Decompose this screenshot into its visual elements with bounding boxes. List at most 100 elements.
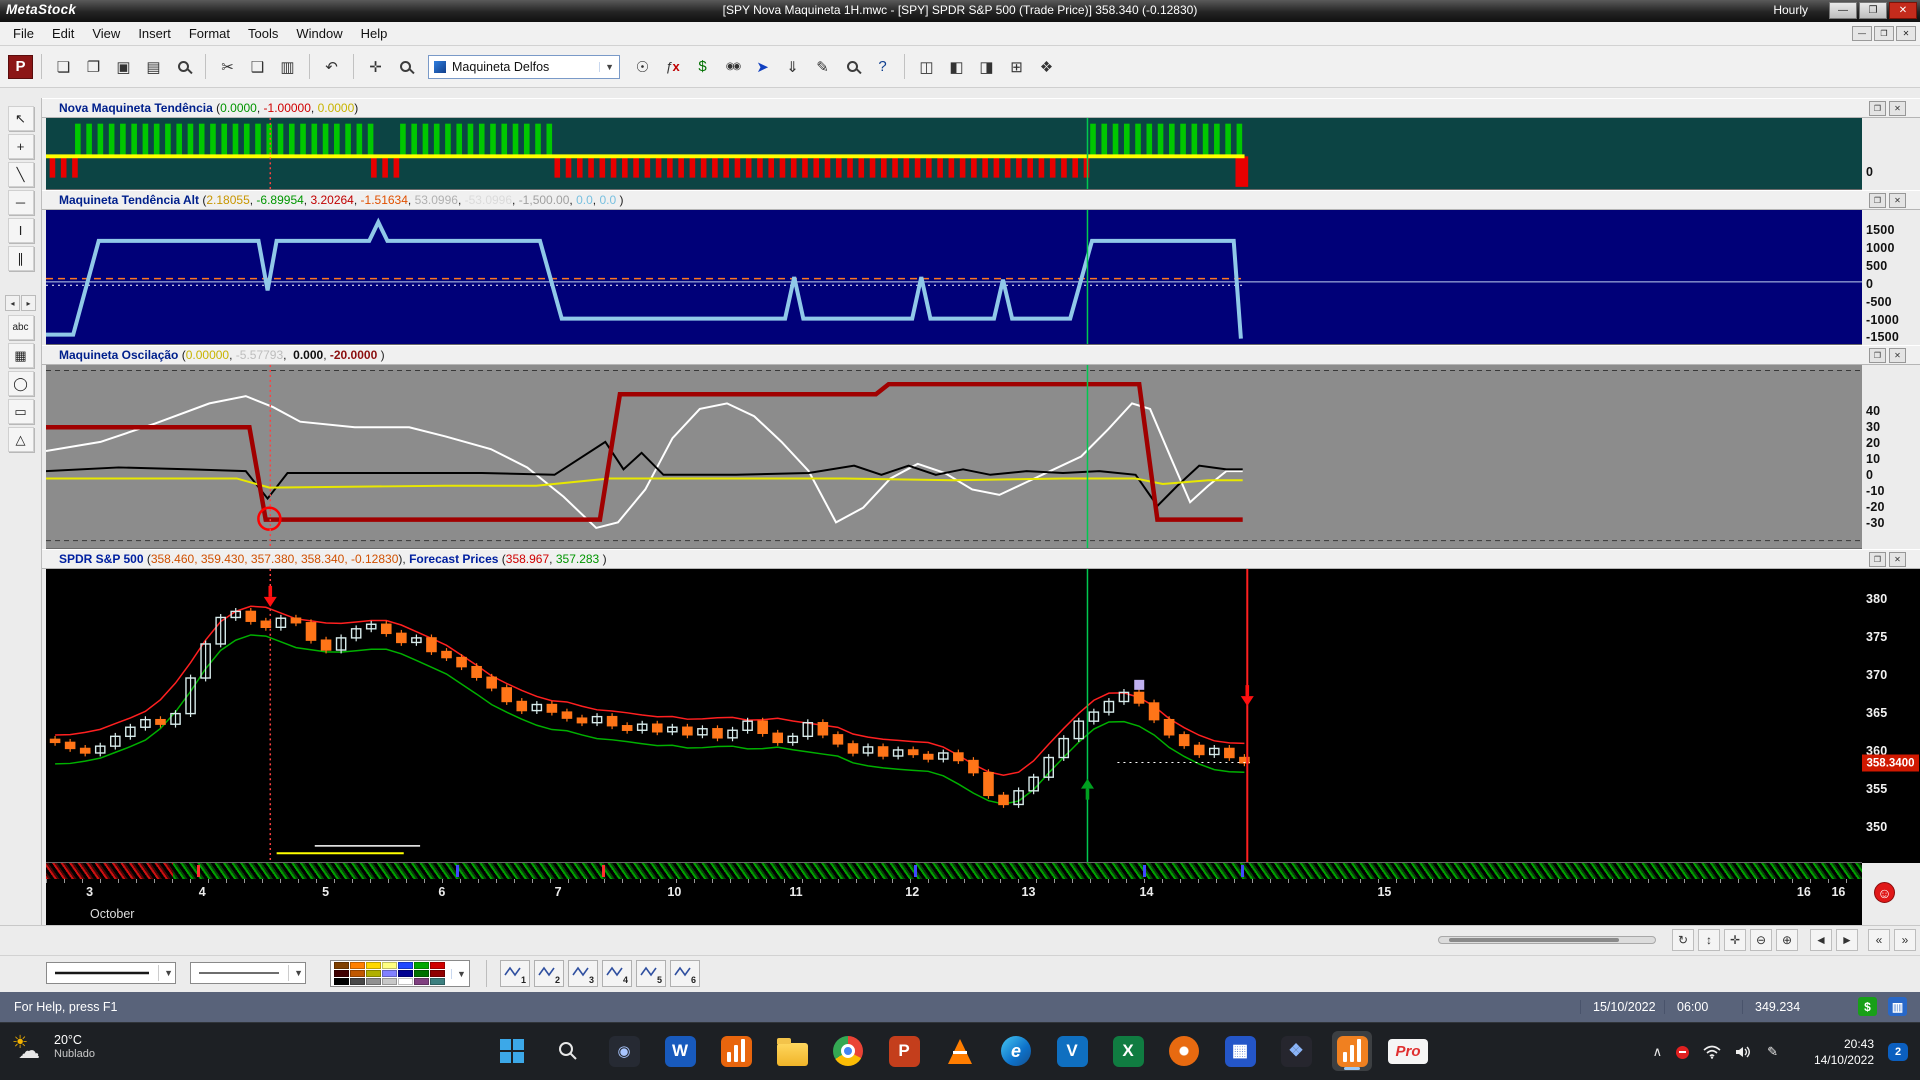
color-swatch[interactable] bbox=[382, 962, 397, 969]
expert-advisor-button[interactable]: ✎ bbox=[809, 53, 836, 80]
chart-icon[interactable]: ▥ bbox=[1888, 997, 1907, 1016]
tray-alert-icon[interactable] bbox=[1676, 1045, 1690, 1059]
taskbar-clock[interactable]: 20:43 14/10/2022 bbox=[1814, 1037, 1874, 1068]
panel-header-3[interactable]: SPDR S&P 500 (358.460, 359.430, 357.380,… bbox=[42, 549, 1920, 569]
close-button[interactable]: ✕ bbox=[1889, 2, 1917, 19]
chart-scrollbar[interactable] bbox=[1438, 936, 1656, 944]
color-swatch[interactable] bbox=[350, 978, 365, 985]
minimize-button[interactable]: — bbox=[1829, 2, 1857, 19]
color-swatch[interactable] bbox=[398, 962, 413, 969]
trendline-tool[interactable]: ╲ bbox=[7, 162, 34, 187]
chart-template-button-2[interactable]: 2 bbox=[534, 960, 564, 987]
doc-restore-button[interactable]: ❐ bbox=[1874, 26, 1894, 41]
camera-app-icon[interactable]: ◉ bbox=[604, 1031, 644, 1071]
scan-button[interactable] bbox=[839, 53, 866, 80]
last-page-button[interactable]: » bbox=[1894, 929, 1916, 951]
explorer-button[interactable]: ◉◉ bbox=[719, 53, 746, 80]
restore-button[interactable]: ❐ bbox=[1859, 2, 1887, 19]
print-preview-button[interactable] bbox=[170, 53, 197, 80]
menu-edit[interactable]: Edit bbox=[43, 23, 83, 44]
pan-button[interactable]: ✛ bbox=[1724, 929, 1746, 951]
scroll-left-button[interactable]: ◄ bbox=[1810, 929, 1832, 951]
doc-close-button[interactable]: ✕ bbox=[1896, 26, 1916, 41]
chart-3[interactable] bbox=[46, 569, 1862, 863]
panel-close-button-2[interactable]: ✕ bbox=[1889, 348, 1906, 363]
ellipse-tool[interactable]: ◯ bbox=[7, 371, 34, 396]
menu-insert[interactable]: Insert bbox=[129, 23, 180, 44]
menu-file[interactable]: File bbox=[4, 23, 43, 44]
pen-icon[interactable]: ✎ bbox=[1767, 1044, 1778, 1060]
color-swatch[interactable] bbox=[334, 962, 349, 969]
chart-2[interactable] bbox=[46, 365, 1862, 549]
downloader-button[interactable]: ➤ bbox=[749, 53, 776, 80]
color-swatch[interactable] bbox=[414, 978, 429, 985]
panel-close-button-1[interactable]: ✕ bbox=[1889, 193, 1906, 208]
line-weight-dropdown[interactable]: ▼ bbox=[190, 962, 306, 984]
zoom-button[interactable] bbox=[392, 53, 419, 80]
panel-header-2[interactable]: Maquineta Oscilação (0.00000, -5.57793, … bbox=[42, 345, 1920, 365]
horizontal-line-tool[interactable]: ─ bbox=[7, 190, 34, 215]
print-button[interactable]: ▤ bbox=[140, 53, 167, 80]
zoom-in-button[interactable]: ⊕ bbox=[1776, 929, 1798, 951]
copy-button[interactable]: ❑ bbox=[244, 53, 271, 80]
color-swatch[interactable] bbox=[414, 962, 429, 969]
powerpoint-icon[interactable]: P bbox=[884, 1031, 924, 1071]
color-swatch[interactable] bbox=[350, 962, 365, 969]
stocks-app-icon[interactable] bbox=[716, 1031, 756, 1071]
volume-icon[interactable] bbox=[1735, 1045, 1753, 1059]
chart-template-button-4[interactable]: 4 bbox=[602, 960, 632, 987]
grid-tool[interactable]: ▦ bbox=[7, 343, 34, 368]
new-chart-button[interactable]: ❏ bbox=[50, 53, 77, 80]
panel-restore-button-2[interactable]: ❐ bbox=[1869, 348, 1886, 363]
panel-restore-button-0[interactable]: ❐ bbox=[1869, 101, 1886, 116]
metastock-taskbar-icon[interactable] bbox=[1332, 1031, 1372, 1071]
pointer-tool[interactable]: ↖ bbox=[7, 106, 34, 131]
color-swatch[interactable] bbox=[366, 978, 381, 985]
start-button[interactable] bbox=[492, 1031, 532, 1071]
chart-template-button-3[interactable]: 3 bbox=[568, 960, 598, 987]
file-explorer-icon[interactable] bbox=[772, 1031, 812, 1071]
workspace-button[interactable]: ❖ bbox=[1033, 53, 1060, 80]
grid-window-button[interactable]: ⊞ bbox=[1003, 53, 1030, 80]
save-button[interactable]: ▣ bbox=[110, 53, 137, 80]
color-swatch[interactable] bbox=[382, 970, 397, 977]
widgets-icon[interactable]: ❖ bbox=[1276, 1031, 1316, 1071]
triangle-tool[interactable]: △ bbox=[7, 427, 34, 452]
text-cursor-tool[interactable]: I bbox=[7, 218, 34, 243]
metastock-pro-icon[interactable]: Pro bbox=[1388, 1031, 1428, 1071]
scroll-left-button[interactable]: ◂ bbox=[5, 295, 20, 311]
search-button[interactable] bbox=[548, 1031, 588, 1071]
menu-window[interactable]: Window bbox=[287, 23, 351, 44]
color-palette-dropdown[interactable]: ▼ bbox=[330, 960, 470, 987]
chart-template-button-6[interactable]: 6 bbox=[670, 960, 700, 987]
refresh-data-button[interactable]: ☉ bbox=[629, 53, 656, 80]
video-app-icon[interactable]: V bbox=[1052, 1031, 1092, 1071]
panel-restore-button-3[interactable]: ❐ bbox=[1869, 552, 1886, 567]
first-page-button[interactable]: « bbox=[1868, 929, 1890, 951]
cut-button[interactable]: ✂ bbox=[214, 53, 241, 80]
scroll-right-button[interactable]: ▸ bbox=[21, 295, 36, 311]
notification-badge[interactable]: 2 bbox=[1888, 1043, 1908, 1061]
color-swatch[interactable] bbox=[414, 970, 429, 977]
color-swatch[interactable] bbox=[334, 978, 349, 985]
panel-restore-button-1[interactable]: ❐ bbox=[1869, 193, 1886, 208]
vlc-icon[interactable] bbox=[940, 1031, 980, 1071]
line-style-dropdown[interactable]: ▼ bbox=[46, 962, 176, 984]
panel-header-0[interactable]: Nova Maquineta Tendência (0.0000, -1.000… bbox=[42, 98, 1920, 118]
menu-tools[interactable]: Tools bbox=[239, 23, 287, 44]
expert-advisor-icon[interactable]: ☺ bbox=[1874, 882, 1895, 903]
open-button[interactable]: ❐ bbox=[80, 53, 107, 80]
doc-minimize-button[interactable]: — bbox=[1852, 26, 1872, 41]
color-swatch[interactable] bbox=[430, 978, 445, 985]
chart-template-button-1[interactable]: 1 bbox=[500, 960, 530, 987]
color-swatch[interactable] bbox=[430, 962, 445, 969]
chart-scrollbar-handle[interactable] bbox=[1449, 938, 1619, 942]
panel-close-button-3[interactable]: ✕ bbox=[1889, 552, 1906, 567]
color-swatch[interactable] bbox=[382, 978, 397, 985]
layout-dropdown[interactable]: Maquineta Delfos ▼ bbox=[428, 54, 620, 79]
power-console-button[interactable]: P bbox=[8, 54, 33, 79]
color-swatch[interactable] bbox=[398, 970, 413, 977]
calculator-icon[interactable]: ▦ bbox=[1220, 1031, 1260, 1071]
browser-icon[interactable] bbox=[1164, 1031, 1204, 1071]
date-axis[interactable]: 3 4 5 6 7 10 11 12 13 14 15 16 16 bbox=[46, 879, 1862, 903]
